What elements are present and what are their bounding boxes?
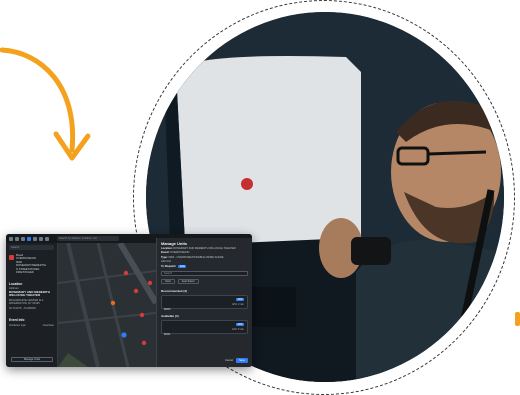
- incident-marker: [133, 288, 139, 294]
- unit-name: M001: [164, 333, 171, 337]
- chat-icon[interactable]: [39, 236, 43, 241]
- incident-panel: Search Board OVERDOSE/OD 0000 ROSEMARY/M…: [6, 243, 58, 367]
- unit-eta: ETA: 5 min: [232, 327, 244, 331]
- accent-mark: [515, 312, 520, 326]
- manage-units-modal: Manage Units Location: ROSEMARY AND MERE…: [156, 238, 252, 367]
- event-row: Incidence type Overdose: [9, 323, 54, 327]
- available-unit-card[interactable]: M001 ADD ETA: 5 min: [161, 319, 248, 337]
- menu-icon[interactable]: [9, 236, 13, 241]
- cancel-button[interactable]: Cancel: [225, 358, 233, 363]
- modal-add-unit: Add Unit: [161, 260, 171, 264]
- add-unit-button[interactable]: ADD: [235, 297, 244, 301]
- address-detail: BCC/ARCHIVE CENTER FL2 WASHINGTON, NY 00…: [9, 298, 44, 306]
- incident-icon[interactable]: [27, 236, 31, 241]
- incident-marker: [147, 280, 153, 286]
- add-unit-button[interactable]: ADD: [235, 322, 244, 326]
- modal-board: Board: OVERDOSE/OD: [161, 251, 190, 255]
- modal-assign: To Dispatch ADD: [161, 264, 187, 268]
- curved-arrow-icon: [0, 47, 91, 161]
- modal-location: Location: ROSEMARY AND MEREDITH WILLOUGH…: [161, 247, 236, 250]
- incident-item[interactable]: Board OVERDOSE/OD 0000 ROSEMARY/MEREDITH…: [9, 254, 54, 274]
- dispatch-app-screenshot: Search by address, incident, unit Search…: [6, 234, 252, 367]
- alert-icon: [9, 255, 14, 260]
- global-search-input[interactable]: Search by address, incident, unit: [57, 236, 119, 241]
- modal-type: Type: 0000 - OVERDOSE/POSSIBLE CRIME SCE…: [161, 255, 224, 259]
- list-icon[interactable]: [21, 236, 25, 241]
- units-filter-button[interactable]: Units: [161, 279, 175, 284]
- manage-units-button[interactable]: Manage Units: [11, 357, 53, 362]
- incident-marker: [139, 312, 145, 318]
- save-button[interactable]: Save: [236, 358, 248, 363]
- auto-select-button[interactable]: Auto Select: [177, 279, 199, 284]
- unit-eta: ETA: 2 min: [232, 302, 244, 306]
- panel-search-input[interactable]: Search: [9, 245, 54, 250]
- unit-marker: [121, 332, 127, 338]
- incident-map[interactable]: [57, 241, 159, 367]
- event-heading: Event Info: [9, 317, 25, 322]
- recommended-heading: Recommended (3): [161, 288, 188, 293]
- unit-name: M003: [164, 308, 171, 312]
- coordinates: 40.712375, -74.006062: [9, 306, 36, 310]
- map-icon[interactable]: [15, 236, 19, 241]
- address-value: ROSEMARY AND MEREDITH WILLOUGH THEATER: [9, 289, 50, 298]
- units-icon[interactable]: [33, 236, 37, 241]
- modal-filter-row: Units Auto Select: [161, 279, 248, 284]
- assign-badge[interactable]: ADD: [178, 264, 187, 268]
- modal-title: Manage Units: [161, 241, 188, 246]
- settings-icon[interactable]: [45, 236, 49, 241]
- incident-line: FIRE/STAGED: [16, 271, 34, 275]
- location-heading: Location: [9, 282, 23, 287]
- incident-marker: [110, 300, 116, 306]
- unit-search-input[interactable]: Search: [161, 271, 248, 277]
- modal-footer: Cancel Save: [225, 358, 248, 363]
- incident-marker: [141, 340, 147, 346]
- incident-marker: [123, 270, 129, 276]
- available-heading: Available (4): [161, 313, 179, 318]
- recommended-unit-card[interactable]: M003 ADD ETA: 2 min: [161, 294, 248, 312]
